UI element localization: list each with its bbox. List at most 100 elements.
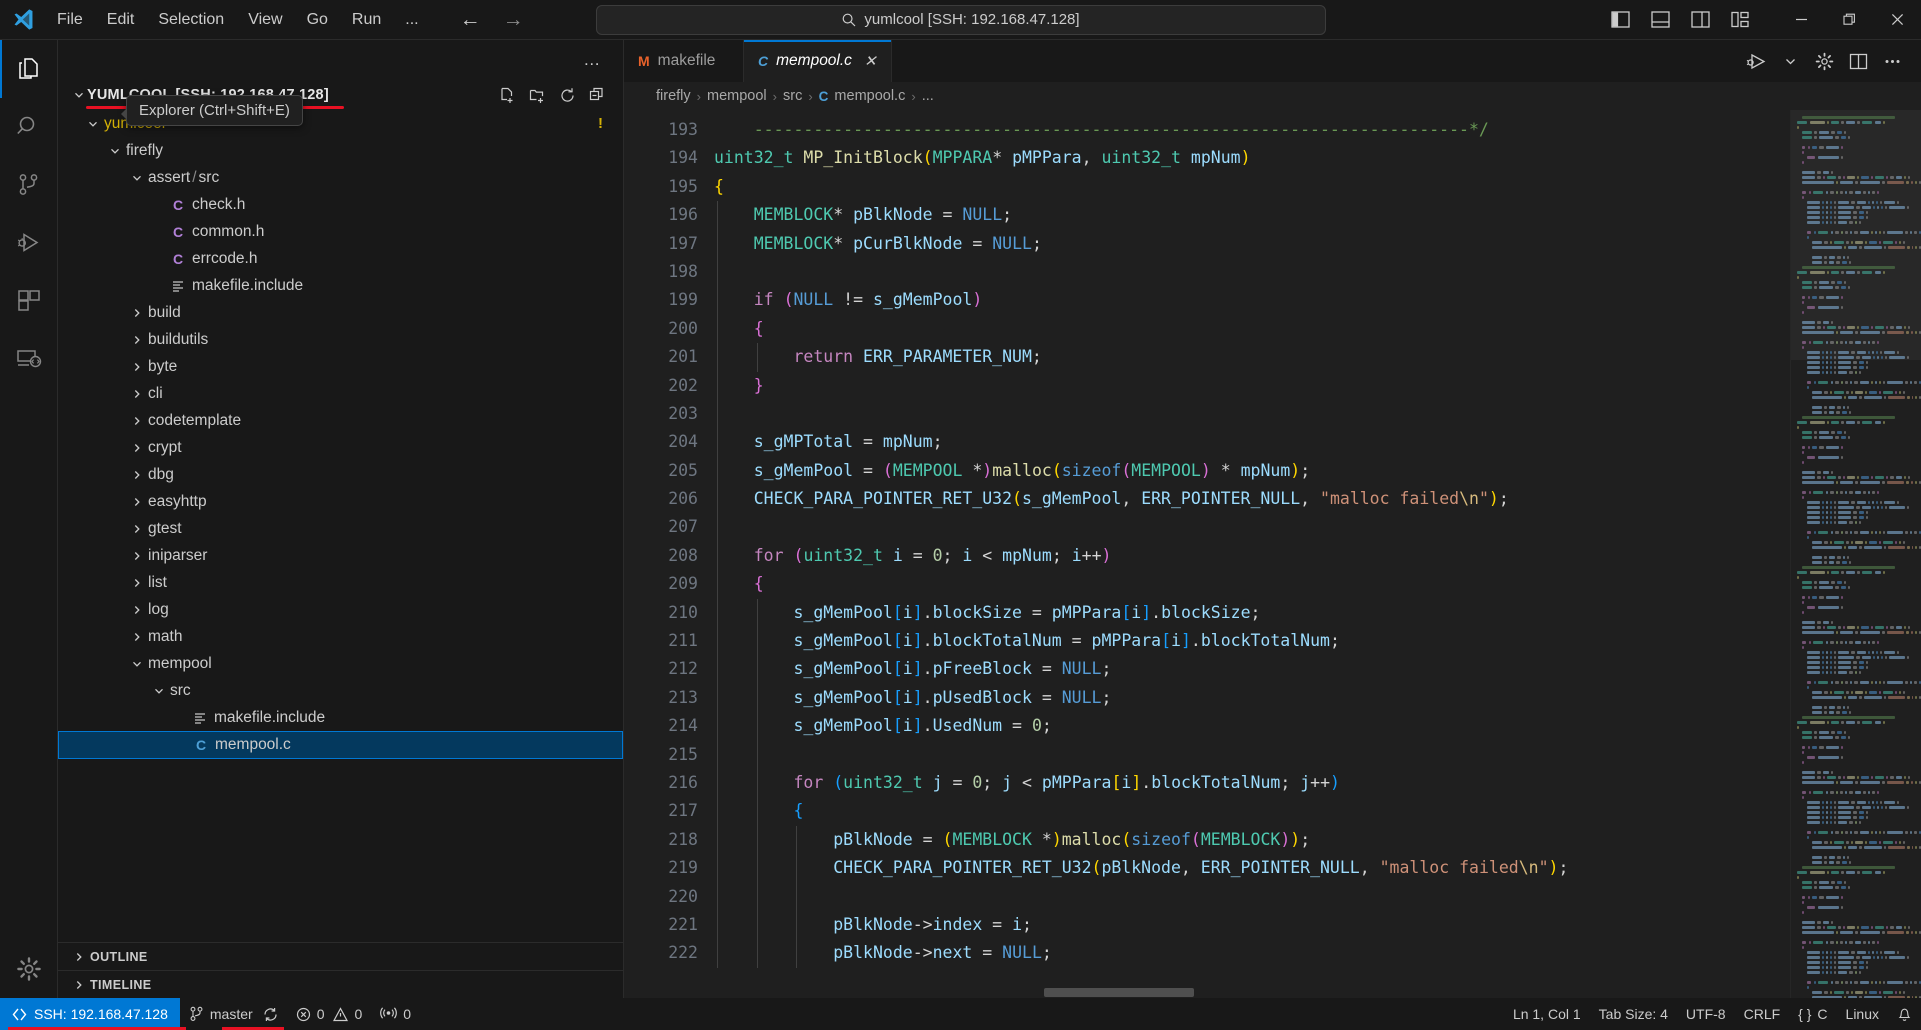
menu-run[interactable]: Run [341, 7, 392, 33]
chevron-right-icon[interactable] [128, 577, 145, 589]
toggle-secondary-sidebar-icon[interactable] [1685, 6, 1715, 34]
tree-item-makefile-include[interactable]: makefile.include [58, 704, 623, 731]
code-line[interactable]: s_gMemPool = (MEMPOOL *)malloc(sizeof(ME… [714, 457, 1790, 485]
code-line[interactable]: s_gMemPool[i].pUsedBlock = NULL; [714, 684, 1790, 712]
remote-indicator[interactable]: SSH: 192.168.47.128 [0, 998, 180, 1030]
tree-item-log[interactable]: log [58, 596, 623, 623]
activity-explorer[interactable] [0, 40, 58, 98]
tree-item-iniparser[interactable]: iniparser [58, 542, 623, 569]
code-line[interactable]: pBlkNode->index = i; [714, 911, 1790, 939]
activity-run-and-debug[interactable] [0, 214, 58, 272]
status-cursor-position[interactable]: Ln 1, Col 1 [1504, 998, 1590, 1030]
chevron-right-icon[interactable] [128, 631, 145, 643]
status-notifications[interactable] [1888, 998, 1921, 1030]
code-line[interactable]: return ERR_PARAMETER_NUM; [714, 343, 1790, 371]
code-line[interactable]: MEMBLOCK* pCurBlkNode = NULL; [714, 230, 1790, 258]
new-file-icon[interactable] [495, 83, 519, 107]
activity-source-control[interactable] [0, 156, 58, 214]
status-problems[interactable]: 0 0 [287, 998, 372, 1030]
code-line[interactable]: for (uint32_t i = 0; i < mpNum; i++) [714, 542, 1790, 570]
code-line[interactable]: CHECK_PARA_POINTER_RET_U32(s_gMemPool, E… [714, 485, 1790, 513]
code-line[interactable]: ----------------------------------------… [714, 116, 1790, 144]
sidebar-section-timeline[interactable]: TIMELINE [58, 970, 623, 998]
tab-makefile[interactable]: M makefile [624, 40, 744, 82]
status-eol[interactable]: CRLF [1735, 998, 1790, 1030]
code-line[interactable]: pBlkNode->next = NULL; [714, 939, 1790, 967]
breadcrumb-item-file[interactable]: mempool.c [834, 88, 905, 104]
chevron-right-icon[interactable] [128, 496, 145, 508]
tree-item-assert-src[interactable]: assert/src [58, 164, 623, 191]
chevron-down-icon[interactable] [128, 172, 145, 184]
menu-more[interactable]: ... [394, 7, 429, 33]
breadcrumb-item-src[interactable]: src [783, 88, 802, 104]
collapse-all-icon[interactable] [585, 83, 609, 107]
code-line[interactable] [714, 741, 1790, 769]
new-folder-icon[interactable] [525, 83, 549, 107]
status-platform[interactable]: Linux [1837, 998, 1888, 1030]
menu-go[interactable]: Go [296, 7, 339, 33]
tree-item-buildutils[interactable]: buildutils [58, 326, 623, 353]
tree-item-codetemplate[interactable]: codetemplate [58, 407, 623, 434]
tree-item-common-h[interactable]: Ccommon.h [58, 218, 623, 245]
quick-open-search[interactable]: yumlcool [SSH: 192.168.47.128] [596, 5, 1326, 35]
chevron-down-icon[interactable] [128, 658, 145, 670]
tree-item-list[interactable]: list [58, 569, 623, 596]
tree-item-errcode-h[interactable]: Cerrcode.h [58, 245, 623, 272]
code-line[interactable]: if (NULL != s_gMemPool) [714, 286, 1790, 314]
code-line[interactable] [714, 400, 1790, 428]
chevron-down-icon[interactable] [1775, 46, 1805, 76]
code-line[interactable]: s_gMemPool[i].UsedNum = 0; [714, 712, 1790, 740]
chevron-right-icon[interactable] [128, 334, 145, 346]
status-branch[interactable]: master [180, 998, 287, 1030]
activity-manage-settings[interactable] [0, 940, 58, 998]
status-language[interactable]: { } C [1789, 998, 1836, 1030]
toggle-panel-icon[interactable] [1645, 6, 1675, 34]
chevron-down-icon[interactable] [70, 89, 87, 101]
status-tab-size[interactable]: Tab Size: 4 [1590, 998, 1677, 1030]
code-line[interactable]: uint32_t MP_InitBlock(MPPARA* pMPPara, u… [714, 144, 1790, 172]
chevron-down-icon[interactable] [84, 118, 101, 130]
scrollbar-thumb[interactable] [1044, 988, 1194, 997]
chevron-down-icon[interactable] [106, 145, 123, 157]
chevron-right-icon[interactable] [128, 523, 145, 535]
toggle-primary-sidebar-icon[interactable] [1605, 6, 1635, 34]
go-forward-icon[interactable]: → [503, 9, 524, 30]
tree-item-dbg[interactable]: dbg [58, 461, 623, 488]
activity-remote-explorer[interactable] [0, 330, 58, 388]
code-line[interactable]: } [714, 372, 1790, 400]
tree-item-mempool[interactable]: mempool [58, 650, 623, 677]
code-line[interactable]: MEMBLOCK* pBlkNode = NULL; [714, 201, 1790, 229]
tree-item-gtest[interactable]: gtest [58, 515, 623, 542]
activity-search[interactable] [0, 98, 58, 156]
tree-item-src[interactable]: src [58, 677, 623, 704]
close-icon[interactable]: ✕ [864, 52, 877, 70]
breadcrumb-item-symbol[interactable]: ... [922, 88, 934, 104]
minimize-button[interactable] [1777, 0, 1825, 39]
chevron-right-icon[interactable] [128, 604, 145, 616]
tree-item-check-h[interactable]: Ccheck.h [58, 191, 623, 218]
minimap[interactable] [1790, 110, 1921, 998]
chevron-right-icon[interactable] [128, 415, 145, 427]
code-line[interactable]: s_gMemPool[i].blockTotalNum = pMPPara[i]… [714, 627, 1790, 655]
code-line[interactable] [714, 258, 1790, 286]
code-line[interactable]: { [714, 797, 1790, 825]
ellipsis-icon[interactable] [1877, 46, 1907, 76]
chevron-right-icon[interactable] [128, 307, 145, 319]
code-line[interactable]: { [714, 315, 1790, 343]
tree-item-easyhttp[interactable]: easyhttp [58, 488, 623, 515]
go-back-icon[interactable]: ← [460, 9, 481, 30]
menu-view[interactable]: View [237, 7, 293, 33]
refresh-icon[interactable] [555, 83, 579, 107]
code-content[interactable]: ----------------------------------------… [714, 110, 1790, 998]
chevron-right-icon[interactable] [128, 550, 145, 562]
horizontal-scrollbar[interactable] [624, 986, 1790, 998]
tree-item-build[interactable]: build [58, 299, 623, 326]
code-line[interactable]: s_gMemPool[i].blockSize = pMPPara[i].blo… [714, 599, 1790, 627]
restore-button[interactable] [1825, 0, 1873, 39]
code-line[interactable]: { [714, 570, 1790, 598]
code-line[interactable] [714, 513, 1790, 541]
activity-extensions[interactable] [0, 272, 58, 330]
customize-layout-icon[interactable] [1725, 6, 1755, 34]
status-ports[interactable]: 0 [371, 998, 420, 1030]
chevron-down-icon[interactable] [150, 685, 167, 697]
